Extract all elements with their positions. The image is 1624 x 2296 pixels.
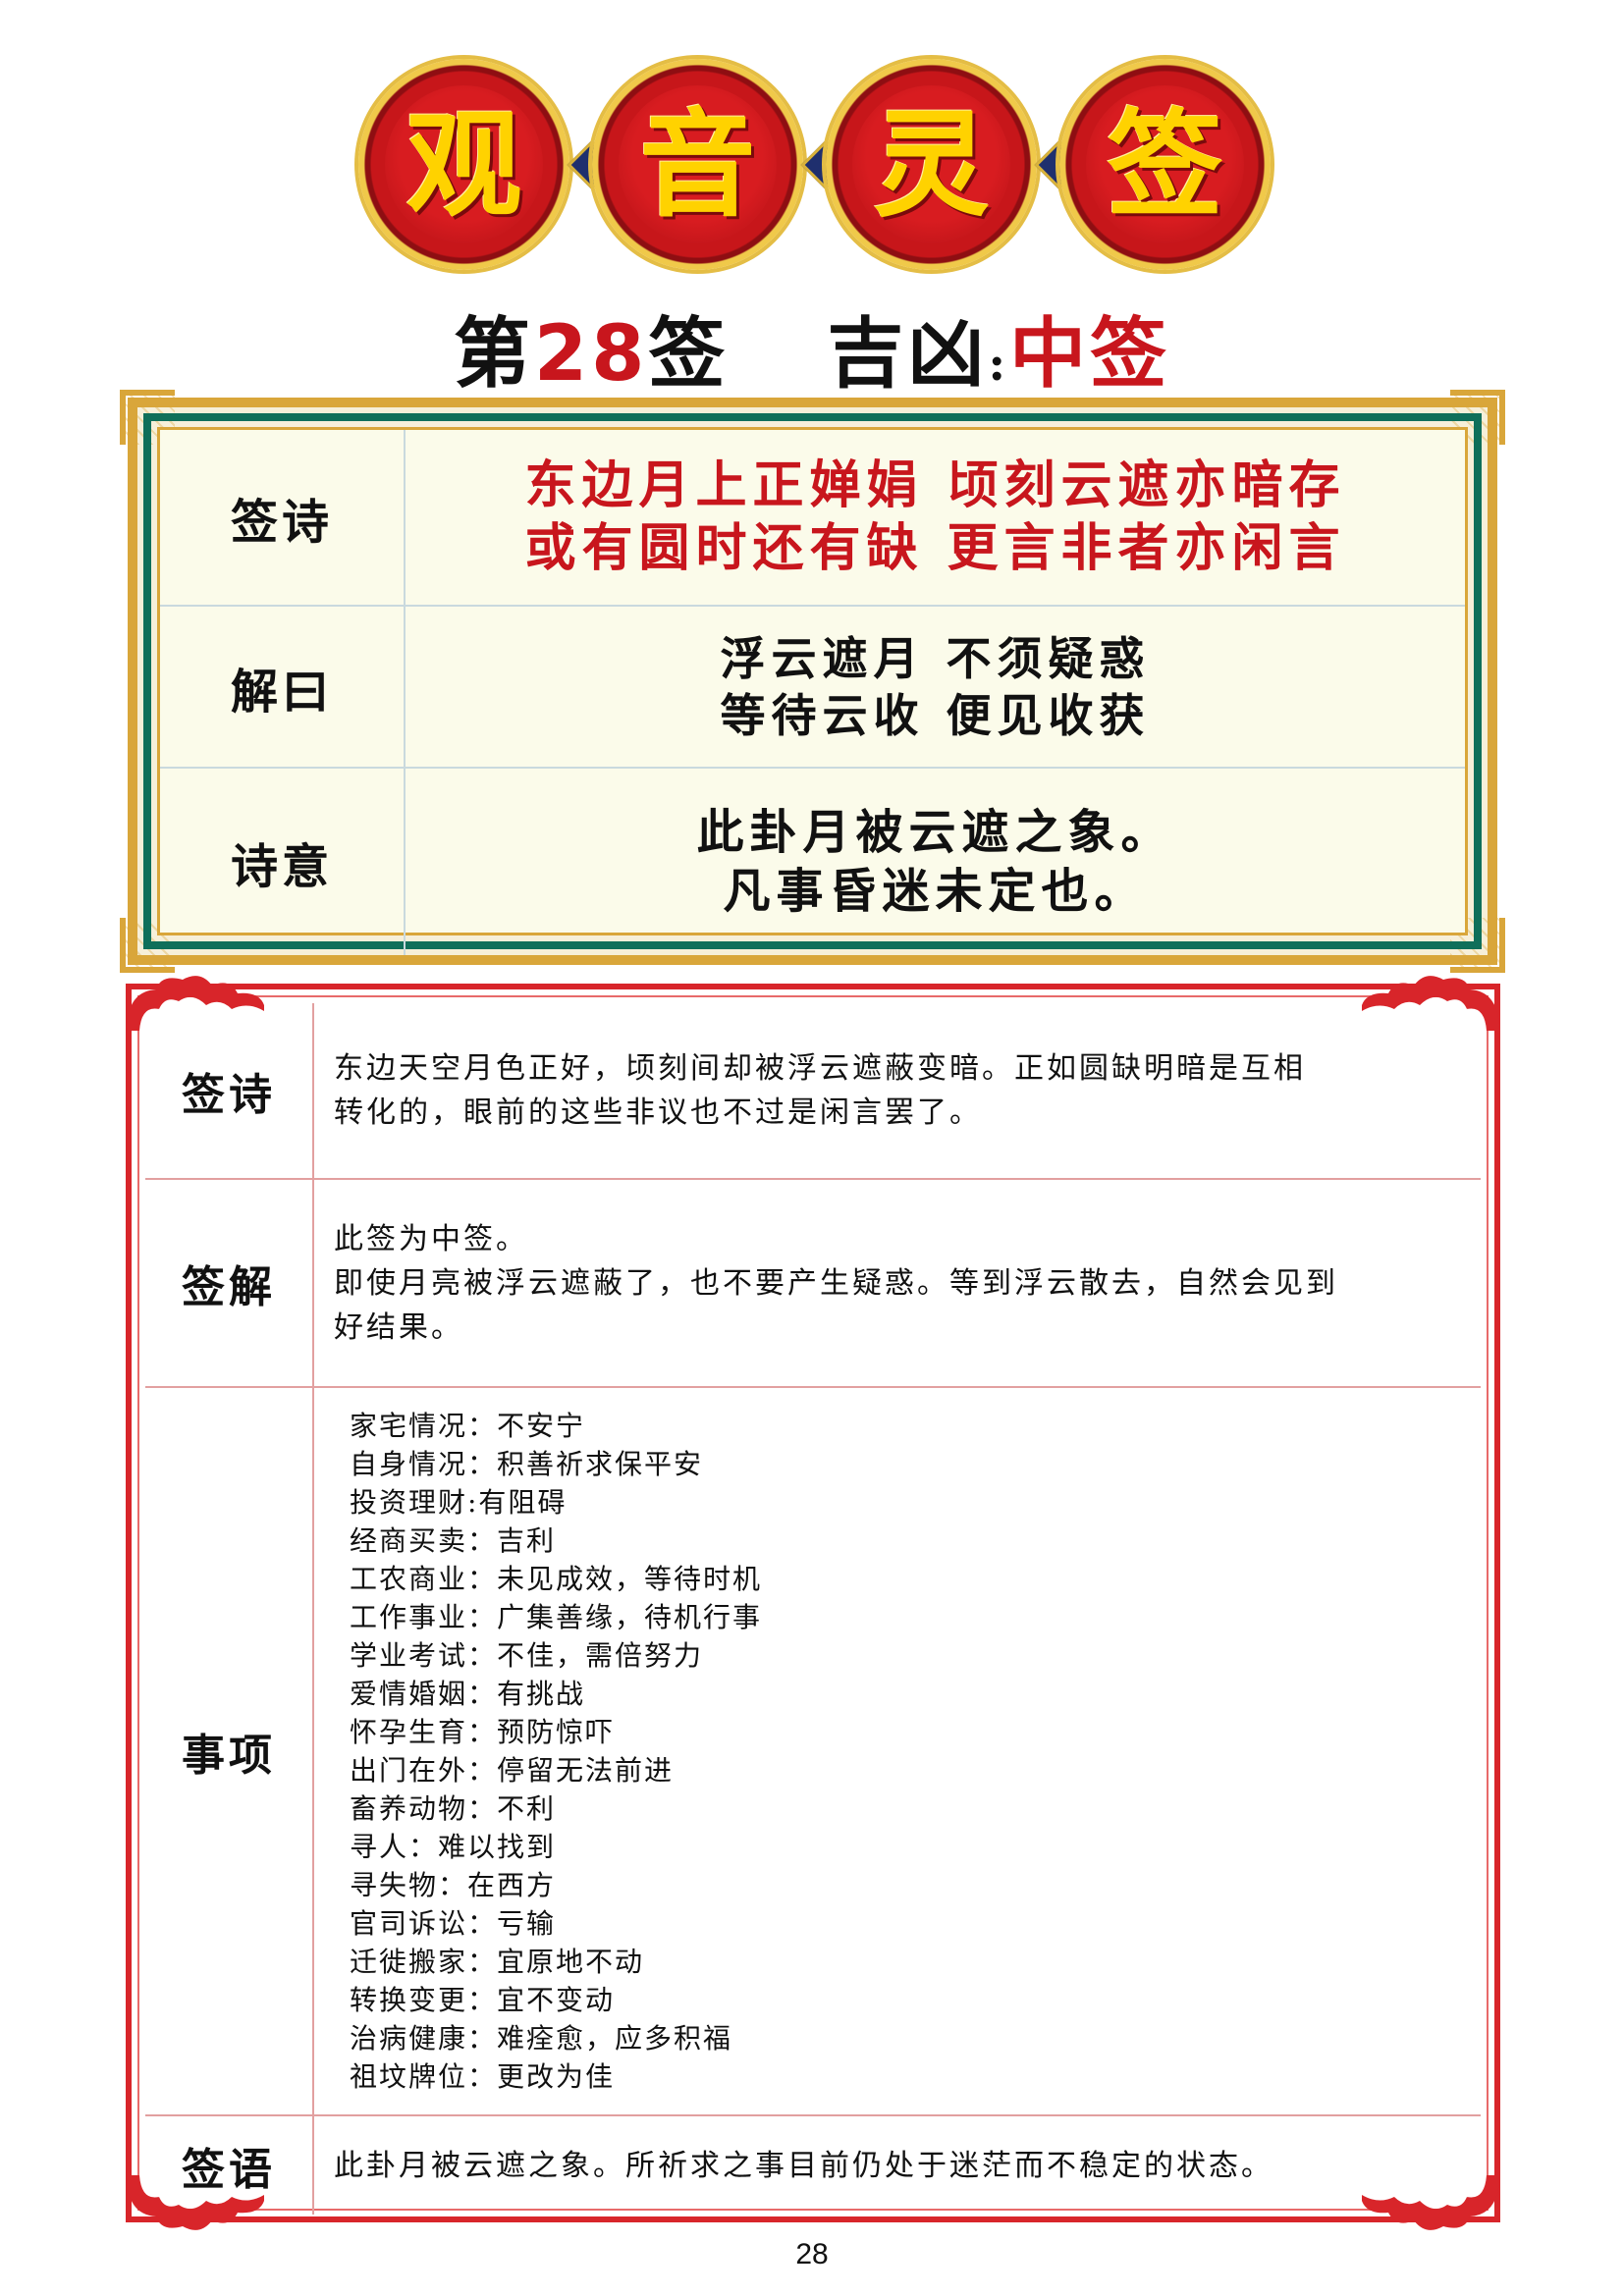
detail-table: 签诗 东边天空月色正好，顷刻间却被浮云遮蔽变暗。正如圆缺明暗是互相 转化的，眼前… — [145, 1003, 1481, 2215]
meaning-row: 诗意 此卦月被云遮之象。 凡事昏迷未定也。 — [160, 769, 1465, 955]
text-line: 转化的，眼前的这些非议也不过是闲言罢了。 — [334, 1095, 982, 1130]
row-label: 解曰 — [160, 607, 406, 767]
row-value: 此卦月被云遮之象。所祈求之事目前仍处于迷茫而不稳定的状态。 — [314, 2116, 1481, 2215]
title-plaque-3: 灵 — [821, 54, 1042, 275]
explanation-row: 签解 此签为中签。 即使月亮被浮云遮蔽了，也不要产生疑惑。等到浮云散去，自然会见… — [145, 1180, 1481, 1388]
title-char-4: 签 — [1107, 96, 1223, 233]
lot-prefix: 第 — [453, 309, 534, 399]
list-item: 官司诉讼：亏输 — [350, 1907, 557, 1940]
text-line: 东边天空月色正好，顷刻间却被浮云遮蔽变暗。正如圆缺明暗是互相 — [334, 1051, 1306, 1086]
row-label: 签解 — [145, 1180, 314, 1386]
list-item: 怀孕生育：预防惊吓 — [350, 1716, 616, 1748]
title-plaque-1: 观 — [353, 54, 574, 275]
interpretation-line: 等待云收 便见收获 — [720, 688, 1151, 742]
poem-table: 签诗 东边月上正婵娟 顷刻云遮亦暗存 或有圆时还有缺 更言非者亦闲言 解曰 浮云… — [157, 427, 1468, 955]
list-item: 畜养动物：不利 — [350, 1792, 557, 1825]
row-label: 事项 — [145, 1388, 314, 2114]
interpretation-row: 解曰 浮云遮月 不须疑惑 等待云收 便见收获 — [160, 607, 1465, 769]
list-item: 家宅情况：不安宁 — [350, 1410, 586, 1442]
lot-number: 28 — [533, 310, 649, 399]
title-plaque-4: 签 — [1055, 54, 1275, 275]
title-plaque-2: 音 — [587, 54, 808, 275]
matters-row: 事项 家宅情况：不安宁 自身情况：积善祈求保平安 投资理财:有阻碍 经商买卖：吉… — [145, 1388, 1481, 2116]
list-item: 治病健康：难痊愈，应多积福 — [350, 2022, 733, 2055]
list-item: 经商买卖：吉利 — [350, 1524, 557, 1557]
list-item: 爱情婚姻：有挑战 — [350, 1678, 586, 1710]
title-char-2: 音 — [639, 96, 756, 233]
poem-line: 或有圆时还有缺 更言非者亦闲言 — [524, 518, 1346, 578]
row-label: 签诗 — [160, 430, 406, 605]
fortune-value: 中签 — [1009, 309, 1171, 399]
title-char-1: 观 — [406, 96, 522, 233]
list-item: 祖坟牌位：更改为佳 — [350, 2060, 616, 2093]
list-item: 出门在外：停留无法前进 — [350, 1754, 675, 1787]
list-item: 自身情况：积善祈求保平安 — [350, 1448, 704, 1480]
meaning-line: 凡事昏迷未定也。 — [723, 864, 1148, 919]
row-value: 东边月上正婵娟 顷刻云遮亦暗存 或有圆时还有缺 更言非者亦闲言 — [406, 430, 1465, 605]
fortune-colon: : — [988, 337, 1010, 392]
list-item: 工作事业：广集善缘，待机行事 — [350, 1601, 763, 1633]
text-line: 好结果。 — [334, 1309, 463, 1345]
list-item: 迁徙搬家：宜原地不动 — [350, 1946, 645, 1978]
interpretation-line: 浮云遮月 不须疑惑 — [720, 631, 1151, 685]
list-item: 工农商业：未见成效，等待时机 — [350, 1563, 763, 1595]
row-value: 东边天空月色正好，顷刻间却被浮云遮蔽变暗。正如圆缺明暗是互相 转化的，眼前的这些… — [314, 1003, 1481, 1178]
list-item: 寻人：难以找到 — [350, 1831, 557, 1863]
meaning-line: 此卦月被云遮之象。 — [696, 805, 1174, 860]
text-line: 即使月亮被浮云遮蔽了，也不要产生疑惑。等到浮云散去，自然会见到 — [334, 1265, 1338, 1301]
page-number: 28 — [795, 2238, 829, 2270]
title-char-3: 灵 — [873, 96, 990, 233]
poem-frame: 签诗 东边月上正婵娟 顷刻云遮亦暗存 或有圆时还有缺 更言非者亦闲言 解曰 浮云… — [120, 390, 1505, 973]
text-line: 此签为中签。 — [334, 1221, 528, 1256]
poem-line: 东边月上正婵娟 顷刻云遮亦暗存 — [524, 455, 1346, 515]
row-label: 签语 — [145, 2116, 314, 2215]
fortune-label: 吉凶 — [827, 309, 989, 399]
list-item: 转换变更：宜不变动 — [350, 1984, 616, 2016]
poem-translation-row: 签诗 东边天空月色正好，顷刻间却被浮云遮蔽变暗。正如圆缺明暗是互相 转化的，眼前… — [145, 1003, 1481, 1180]
matters-list: 家宅情况：不安宁 自身情况：积善祈求保平安 投资理财:有阻碍 经商买卖：吉利 工… — [314, 1388, 1481, 2114]
detail-frame: 签诗 东边天空月色正好，顷刻间却被浮云遮蔽变暗。正如圆缺明暗是互相 转化的，眼前… — [126, 976, 1500, 2230]
list-item: 寻失物：在西方 — [350, 1869, 557, 1901]
row-value: 此卦月被云遮之象。 凡事昏迷未定也。 — [406, 769, 1465, 955]
list-item: 学业考试：不佳，需倍努力 — [350, 1639, 704, 1672]
row-value: 浮云遮月 不须疑惑 等待云收 便见收获 — [406, 607, 1465, 767]
row-label: 签诗 — [145, 1003, 314, 1178]
lot-heading: 第28签 吉凶:中签 — [0, 293, 1624, 402]
list-item: 投资理财:有阻碍 — [350, 1486, 568, 1519]
text-line: 此卦月被云遮之象。所祈求之事目前仍处于迷茫而不稳定的状态。 — [334, 2148, 1273, 2183]
saying-row: 签语 此卦月被云遮之象。所祈求之事目前仍处于迷茫而不稳定的状态。 — [145, 2116, 1481, 2215]
title-banner: 观 音 灵 签 — [353, 54, 1276, 280]
poem-row: 签诗 东边月上正婵娟 顷刻云遮亦暗存 或有圆时还有缺 更言非者亦闲言 — [160, 430, 1465, 607]
row-value: 此签为中签。 即使月亮被浮云遮蔽了，也不要产生疑惑。等到浮云散去，自然会见到 好… — [314, 1180, 1481, 1386]
lot-suffix: 签 — [648, 309, 730, 399]
row-label: 诗意 — [160, 769, 406, 955]
